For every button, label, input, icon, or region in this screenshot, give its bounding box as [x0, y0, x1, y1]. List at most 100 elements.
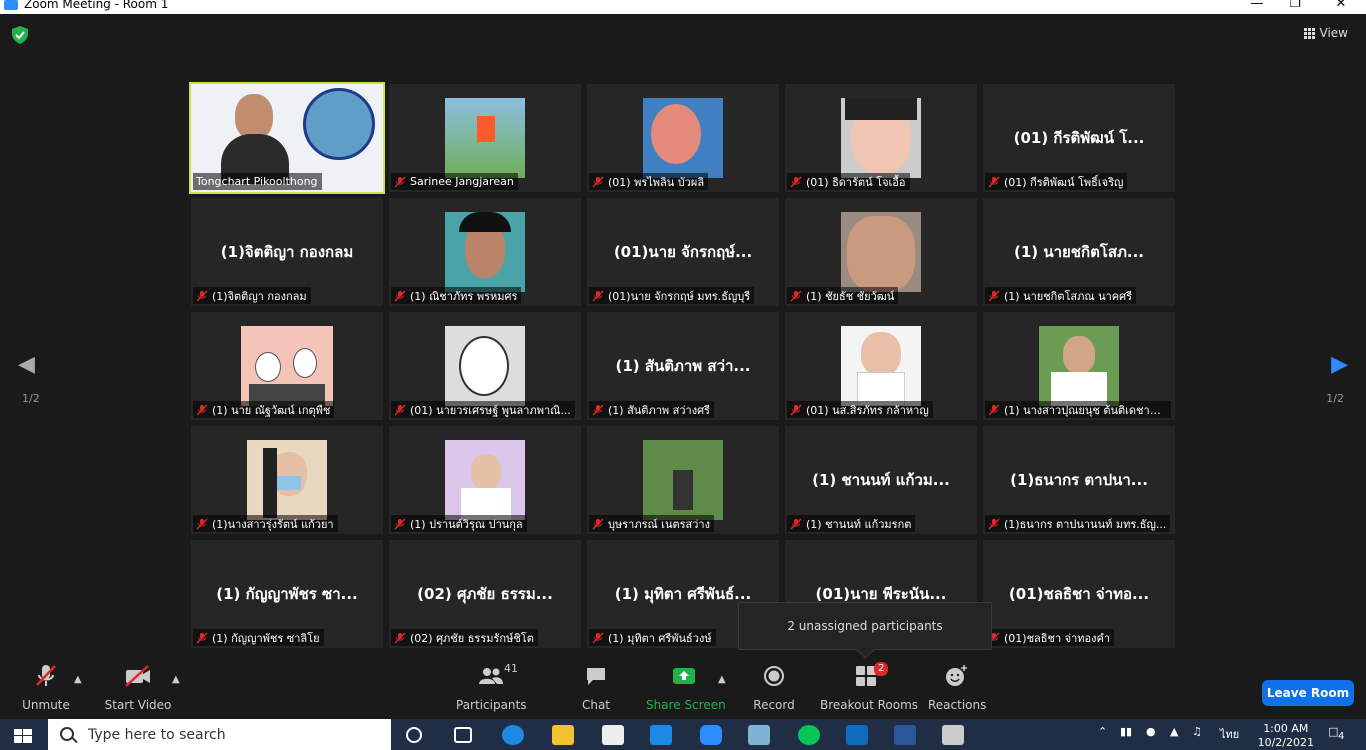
breakout-rooms-button[interactable]: 2 Breakout Rooms [820, 660, 918, 719]
participant-tile[interactable]: (01) นส.สิรภัทร กล้าหาญ [785, 312, 977, 420]
language-indicator[interactable]: ไทย [1220, 725, 1239, 743]
word-icon[interactable] [894, 725, 916, 745]
participants-icon [479, 668, 503, 684]
share-screen-label: Share Screen [646, 698, 726, 712]
participant-tile[interactable]: (1) ณิชาภัทร พรหมศร [389, 198, 581, 306]
app-taskbar-icon[interactable] [748, 725, 770, 745]
chat-label: Chat [581, 698, 611, 712]
muted-microphone-icon [394, 176, 406, 188]
file-explorer-icon[interactable] [552, 725, 574, 745]
muted-microphone-icon [196, 632, 208, 644]
outlook-icon[interactable] [846, 725, 868, 745]
participant-tile[interactable]: Sarinee Jangjarean [389, 84, 581, 192]
participant-name-label: (1)จิตติญา กองกลม [193, 287, 311, 304]
tray-microphone-icon[interactable]: ● [1146, 725, 1156, 738]
participant-name-label: (01) นส.สิรภัทร กล้าหาญ [787, 401, 933, 418]
maximize-icon[interactable]: ❐ [1280, 0, 1310, 11]
chat-button[interactable]: Chat [570, 660, 622, 719]
participant-tile[interactable]: (1) นายชกิตโสภ... (1) นายชกิตโสภณ นาคศรี [983, 198, 1175, 306]
video-options-chevron-icon[interactable]: ▲ [172, 674, 180, 685]
participant-name: (1)จิตติญา กองกลม [212, 289, 307, 303]
participant-tile[interactable]: (1)ธนากร ตาปนา... (1)ธนากร ตาปนานนท์ มทร.… [983, 426, 1175, 534]
participant-name-label: (01)ชลธิชา จ่าทองคำ [985, 629, 1115, 646]
volume-icon[interactable]: ♫ [1192, 725, 1202, 738]
participant-name: (1) มุทิตา ศรีพันธ์วงษ์ [608, 631, 712, 645]
participant-tile[interactable]: (1) นาย ณัฐวัฒน์ เกตุพืช [191, 312, 383, 420]
participants-count: 41 [504, 662, 518, 675]
start-video-button[interactable]: Start Video [104, 660, 172, 719]
task-view-icon[interactable] [454, 727, 472, 743]
participant-tile[interactable]: (1) นางสาวปุณยนุช ต้นติเดชาม... [983, 312, 1175, 420]
muted-microphone-icon [988, 518, 1000, 530]
calendar-app-icon[interactable] [942, 725, 964, 745]
muted-microphone-icon [790, 518, 802, 530]
close-icon[interactable]: ✕ [1326, 0, 1356, 11]
zoom-taskbar-icon[interactable] [700, 725, 722, 745]
participant-tile[interactable]: (01) กีรติพัฒน์ โ... (01) กีรติพัฒน์ โพธิ… [983, 84, 1175, 192]
participant-name-label: (1) กัญญาพัชร ซาลิโย [193, 629, 324, 646]
unmute-button[interactable]: Unmute [16, 660, 76, 719]
reactions-label: Reactions [928, 698, 987, 712]
windows-start-icon[interactable] [14, 729, 32, 743]
participant-name: (1) ชานนท์ แก้วมรกต [806, 517, 912, 531]
participant-tile[interactable]: Tongchart Pikoolthong [189, 82, 385, 194]
microsoft-store-icon[interactable] [602, 725, 624, 745]
line-app-icon[interactable] [798, 725, 820, 745]
participant-name-label: (1) สันติภาพ สว่างศรี [589, 401, 714, 418]
battery-icon[interactable]: ▮▮ [1120, 725, 1132, 738]
participant-tile[interactable]: (01)นาย จักรกฤษ์... (01)นาย จักรกฤษ์ มทร.… [587, 198, 779, 306]
participant-tile[interactable]: (01) พรไพลิน บัวผลิ [587, 84, 779, 192]
participant-name: (1) ชัยธัช ชัยวัฒน์ [806, 289, 895, 303]
participant-tile[interactable]: (1) กัญญาพัชร ซา... (1) กัญญาพัชร ซาลิโย [191, 540, 383, 648]
participant-name-label: Sarinee Jangjarean [391, 173, 518, 190]
mail-icon[interactable] [650, 725, 672, 745]
participant-tile[interactable]: (01) นายวรเศรษฐ์ พูนลาภพาณิ... [389, 312, 581, 420]
muted-microphone-icon [790, 176, 802, 188]
participant-gallery: Tongchart Pikoolthong Sarinee Jangjarean (… [189, 82, 1175, 648]
view-button[interactable]: View [1303, 26, 1348, 40]
participant-tile[interactable]: (1) ชัยธัช ชัยวัฒน์ [785, 198, 977, 306]
participant-display-name: (01)นาย จักรกฤษ์... [613, 243, 753, 261]
previous-page-icon[interactable]: ◀ [18, 352, 35, 377]
minimize-icon[interactable]: — [1242, 0, 1272, 11]
window-title: Zoom Meeting - Room 1 [24, 0, 169, 11]
muted-microphone-icon [592, 632, 604, 644]
share-screen-button[interactable]: Share Screen [646, 660, 726, 719]
participant-name: (01) พรไพลิน บัวผลิ [608, 175, 705, 189]
window-title-bar: Zoom Meeting - Room 1 — ❐ ✕ [0, 0, 1366, 14]
participant-name: (1) นางสาวปุณยนุช ต้นติเดชาม... [1004, 403, 1167, 417]
participant-name-label: (1)ธนากร ตาปนานนท์ มทร.ธัญ... [985, 515, 1171, 532]
record-button[interactable]: Record [748, 660, 800, 719]
participant-display-name: (1) สันติภาพ สว่า... [615, 357, 751, 375]
participant-tile[interactable]: (1)นางสาวรุ่งรัตน์ แก้วยา [191, 426, 383, 534]
reactions-button[interactable]: Reactions [928, 660, 986, 719]
taskbar-clock[interactable]: 1:00 AM 10/2/2021 [1258, 722, 1314, 750]
cortana-icon[interactable] [406, 727, 422, 743]
muted-microphone-icon [196, 404, 208, 416]
participant-tile[interactable]: (1) ชานนท์ แก้วม... (1) ชานนท์ แก้วมรกต [785, 426, 977, 534]
participant-tile[interactable]: (02) ศุภชัย ธรรม... (02) ศุภชัย ธรรมรักษ์… [389, 540, 581, 648]
participant-tile[interactable]: (1)จิตติญา กองกลม (1)จิตติญา กองกลม [191, 198, 383, 306]
edge-browser-icon[interactable] [502, 725, 524, 745]
tray-chevron-icon[interactable]: ⌃ [1098, 725, 1107, 738]
participant-name-label: บุษราภรณ์ เนตรสว่าง [589, 515, 714, 532]
participant-tile[interactable]: (1) สันติภาพ สว่า... (1) สันติภาพ สว่างศร… [587, 312, 779, 420]
muted-microphone-icon [790, 404, 802, 416]
participant-name-label: (1) ชานนท์ แก้วมรกต [787, 515, 916, 532]
participant-tile[interactable]: บุษราภรณ์ เนตรสว่าง [587, 426, 779, 534]
participant-name-label: (1) มุทิตา ศรีพันธ์วงษ์ [589, 629, 716, 646]
participants-button[interactable]: 41 Participants [456, 660, 527, 719]
leave-room-button[interactable]: Leave Room [1262, 680, 1354, 706]
muted-microphone-icon [988, 290, 1000, 302]
next-page-icon[interactable]: ▶ [1331, 352, 1348, 377]
share-options-chevron-icon[interactable]: ▲ [718, 674, 726, 685]
participant-tile[interactable]: (1) ปรานต์วิรุณ ปานกุล [389, 426, 581, 534]
participant-tile[interactable]: (01)ชลธิชา จ่าทอ... (01)ชลธิชา จ่าทองคำ [983, 540, 1175, 648]
wifi-icon[interactable]: ▲ [1170, 725, 1178, 738]
participant-tile[interactable]: (01) ธิดารัตน์ โจเอื้อ [785, 84, 977, 192]
participant-name: (1) ณิชาภัทร พรหมศร [410, 289, 518, 303]
security-shield-icon[interactable] [12, 26, 28, 44]
notification-center-icon[interactable]: □ [1328, 725, 1338, 738]
taskbar-search-box[interactable]: Type here to search [48, 719, 391, 750]
audio-options-chevron-icon[interactable]: ▲ [74, 674, 82, 685]
